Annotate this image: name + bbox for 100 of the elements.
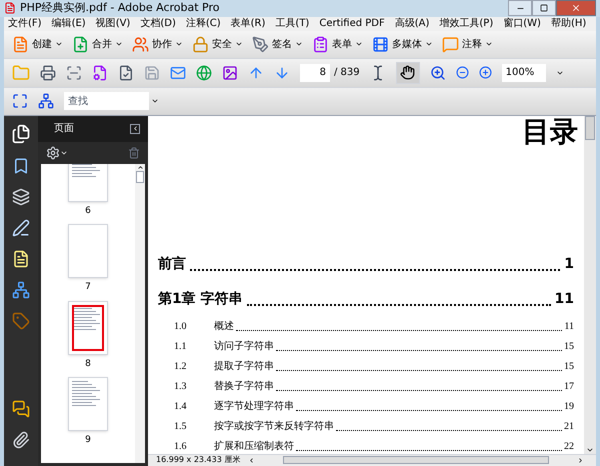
menu-item[interactable]: 表单(R) [230,16,266,31]
toc-page-number: 17 [564,380,574,394]
caret-icon [425,40,433,48]
document-icon[interactable] [12,250,30,268]
print-icon[interactable] [40,64,56,80]
caret-icon [485,40,493,48]
hand-tool-button[interactable] [396,62,420,84]
scroll-left-icon[interactable] [248,456,256,464]
caret-icon [55,40,63,48]
email-icon[interactable] [170,64,186,80]
caret-icon [295,40,303,48]
page-number-field[interactable]: 8 [300,64,330,82]
menu-item[interactable]: 视图(V) [96,16,130,31]
globe-icon[interactable] [196,64,212,80]
caret-icon [235,40,243,48]
task-button[interactable]: 合并 [72,36,123,52]
padlock-icon [192,36,209,52]
toc-page-number: 22 [564,440,574,454]
toc-section-number: 1.6 [174,440,188,454]
menu-item[interactable]: 高级(A) [394,16,430,31]
panel-title: 页面 [54,122,74,136]
zoom-out-icon[interactable] [456,66,469,79]
task-button[interactable]: 多媒体 [372,36,433,52]
structure-icon[interactable] [12,280,30,298]
bookmark-icon[interactable] [12,156,30,174]
layers-icon[interactable] [12,188,30,206]
task-button[interactable]: 协作 [132,36,183,52]
document-icon [12,36,29,52]
scroll-right-icon[interactable] [577,456,584,464]
menu-item[interactable]: 编辑(E) [52,16,86,31]
scrollbar[interactable] [135,164,145,462]
find-field[interactable]: 查找 [64,92,149,110]
comments-icon[interactable] [12,400,30,418]
document-gear-icon[interactable] [92,64,108,80]
toc-page-number: 19 [564,400,574,414]
toc-chapter-title: 第1章 字符串 [158,290,243,308]
toc-section-number: 1.2 [174,360,188,374]
form-icon [312,36,329,52]
menu-item[interactable]: 增效工具(P) [439,16,494,31]
vertical-scrollbar[interactable] [584,116,596,454]
page-number-label: 6 [85,204,91,218]
zoom-tool-icon[interactable] [430,64,446,80]
pages-icon[interactable] [11,124,31,144]
hand-icon [400,65,416,80]
toc-section-number: 1.0 [174,320,188,334]
pdf-file-icon [4,2,16,14]
menu-item[interactable]: 文档(D) [140,16,176,31]
task-button[interactable]: 安全 [192,36,243,52]
task-button[interactable]: 表单 [312,36,363,52]
task-button[interactable]: 创建 [12,36,63,52]
toc-section-number: 1.4 [174,400,188,414]
page-size-label: 16.999 x 23.433 厘米 [155,454,242,466]
toc-chapter-title: 前言 [158,254,186,274]
page-thumbnail[interactable] [68,377,108,431]
page-number-label: 7 [85,281,91,294]
page-thumbnail[interactable] [68,300,108,354]
scrollbar-thumb[interactable] [283,456,549,464]
previous-page-icon[interactable] [248,64,264,80]
menu-item[interactable]: 文件(F) [8,16,42,31]
speech-bubble-icon [442,36,459,52]
next-page-icon[interactable] [274,64,290,80]
image-icon[interactable] [222,64,238,80]
menu-item[interactable]: 注释(C) [186,16,221,31]
zoom-in-icon[interactable] [478,66,492,79]
gear-icon[interactable] [46,146,60,160]
zoom-dropdown[interactable]: 100% [502,64,546,82]
toc-section-number: 1.5 [174,420,188,434]
film-icon [372,36,389,52]
toc-section-number: 1.1 [174,340,188,354]
tag-icon[interactable] [12,312,30,330]
caret-icon[interactable] [151,97,159,105]
toc-page-number: 1 [564,254,574,274]
toc-section-title: 替换子字符串 [214,380,274,394]
horizontal-scrollbar[interactable] [248,455,584,465]
paperclip-icon[interactable] [12,430,30,448]
menu-item[interactable]: 工具(T) [275,16,310,31]
toc-page-number: 15 [564,360,574,374]
toc-heading: 目录 [522,118,578,146]
maximize-icon [540,4,548,12]
maximize-button[interactable] [532,0,556,16]
scroll-up-icon[interactable] [136,164,144,170]
toc-page-number: 11 [564,320,574,334]
toc-section-title: 逐字节处理字符串 [214,400,294,414]
menu-item[interactable]: Certified PDF [319,16,385,31]
trash-icon[interactable] [128,146,140,158]
menu-item[interactable]: 帮助(H) [550,16,586,31]
scrollbar-thumb[interactable] [136,170,144,182]
page-thumbnail[interactable] [68,164,108,202]
menu-item[interactable]: 窗口(W) [503,16,541,31]
panel-menu-button[interactable] [130,124,140,134]
scrollbar-thumb[interactable] [585,116,595,140]
page-thumbnail[interactable] [68,224,108,278]
chevron-left-icon [132,125,138,132]
toc-section-number: 1.3 [174,380,188,394]
task-button[interactable]: 签名 [252,36,303,52]
document-check-icon[interactable] [118,64,134,80]
pen-icon [252,36,269,52]
task-button[interactable]: 注释 [442,36,493,52]
caret-icon [115,40,123,48]
toc-page-number: 21 [564,420,574,434]
